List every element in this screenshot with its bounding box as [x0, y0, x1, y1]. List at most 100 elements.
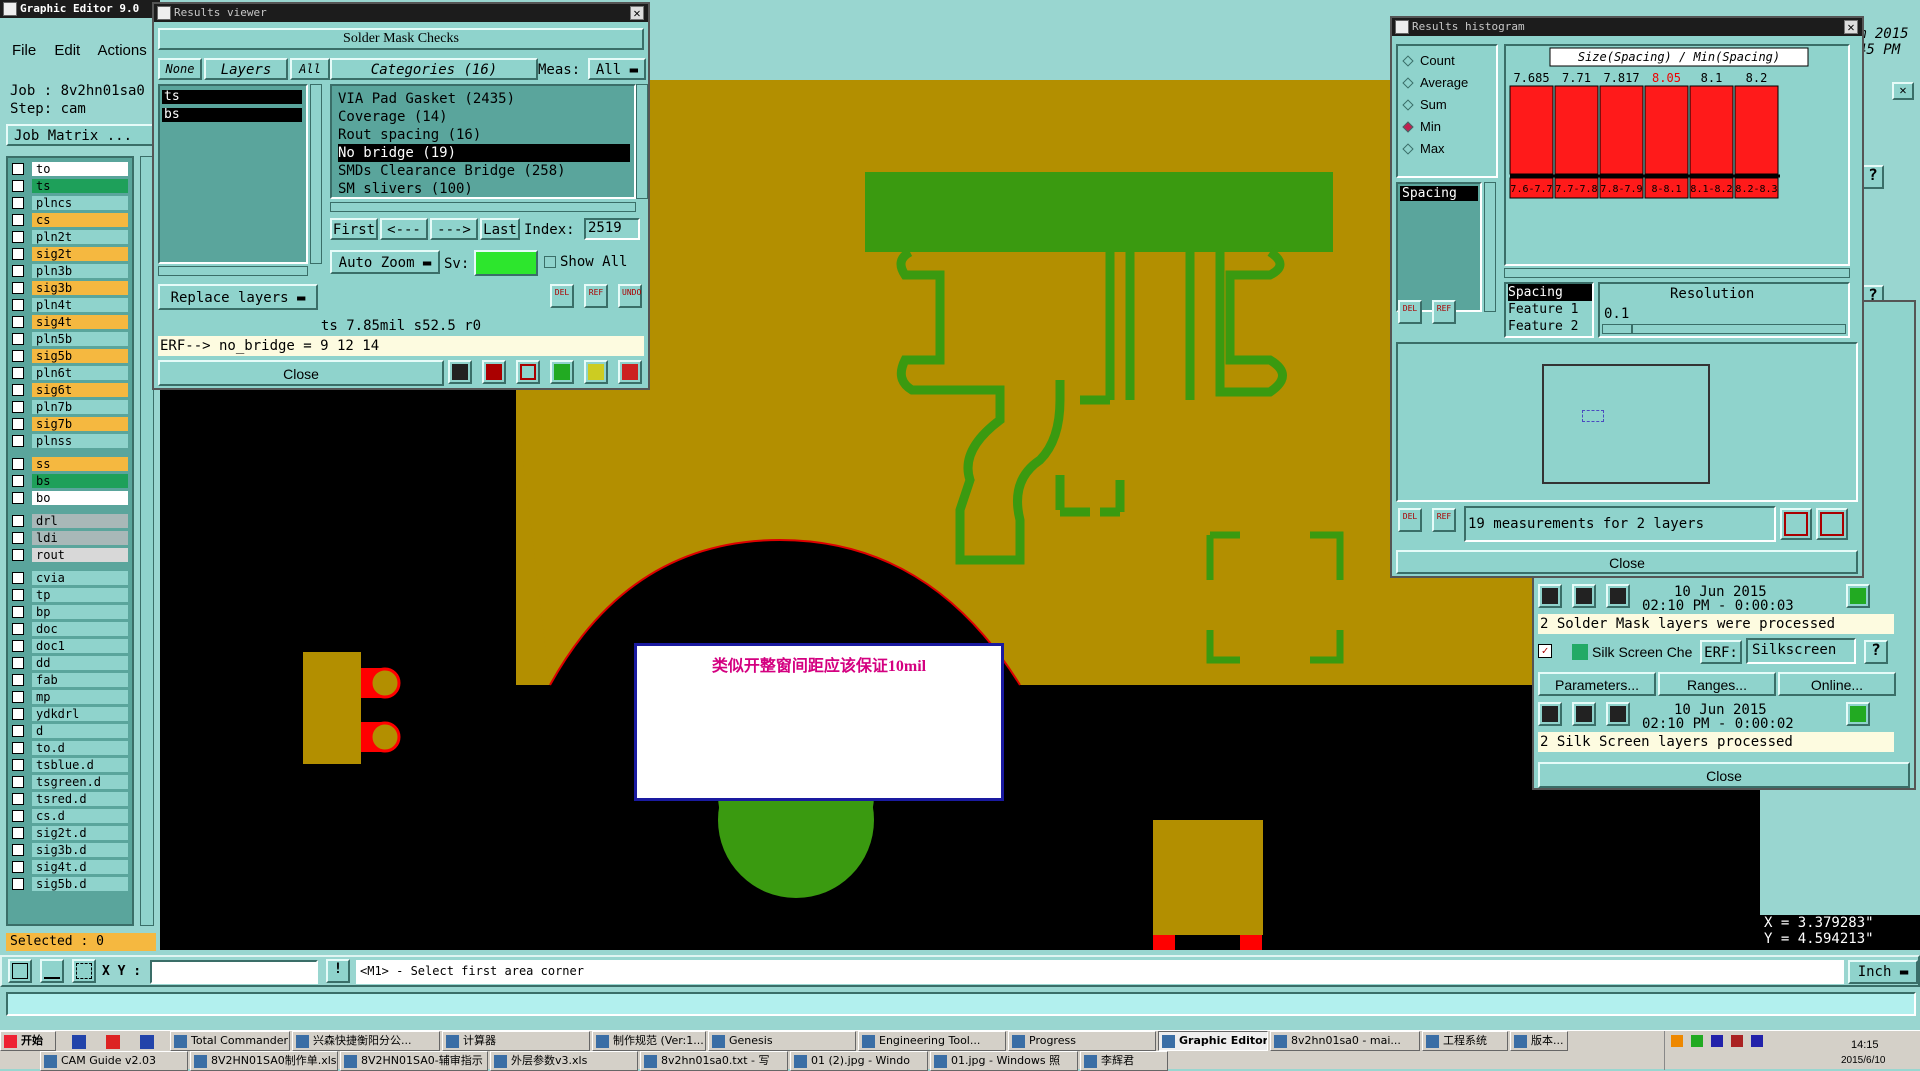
quicklaunch-icon[interactable] — [106, 1035, 120, 1049]
layer-checkbox[interactable] — [12, 844, 24, 856]
layer-row[interactable]: cvia — [8, 571, 132, 585]
layer-row[interactable]: pln4t — [8, 298, 132, 312]
layer-row[interactable]: pln6t — [8, 366, 132, 380]
layer-checkbox[interactable] — [12, 384, 24, 396]
category-item[interactable]: Rout spacing (16) — [338, 126, 634, 144]
list-icon[interactable] — [584, 360, 608, 384]
layer-checkbox[interactable] — [12, 861, 24, 873]
layer-checkbox[interactable] — [12, 589, 24, 601]
layer-checkbox[interactable] — [12, 231, 24, 243]
layer-row[interactable]: sig5b — [8, 349, 132, 363]
erf-button[interactable]: ERF: — [1700, 640, 1742, 664]
layer-checkbox[interactable] — [12, 180, 24, 192]
ranges-button[interactable]: Ranges... — [1658, 672, 1776, 696]
taskbar-button[interactable]: Engineering Tool... — [858, 1031, 1006, 1051]
silk-checkbox[interactable]: ✓ — [1538, 644, 1552, 658]
taskbar-button[interactable]: 工程系统 — [1422, 1031, 1508, 1051]
field-spacing[interactable]: Spacing — [1508, 284, 1592, 301]
layer-row[interactable]: sig5b.d — [8, 877, 132, 891]
layer-checkbox[interactable] — [12, 214, 24, 226]
tray-icon[interactable] — [1751, 1035, 1763, 1047]
prev-button[interactable]: <--- — [380, 218, 428, 240]
layer-checkbox[interactable] — [12, 572, 24, 584]
layer-row[interactable]: pln3b — [8, 264, 132, 278]
last-button[interactable]: Last — [480, 218, 520, 240]
layer-row[interactable]: tsred.d — [8, 792, 132, 806]
stat-option[interactable]: Count — [1402, 52, 1455, 70]
layer-row[interactable]: bp — [8, 605, 132, 619]
menu-edit[interactable]: Edit — [54, 42, 80, 59]
chart-hscroll[interactable] — [1504, 268, 1850, 278]
run-icon[interactable] — [1538, 702, 1562, 726]
measure-icon[interactable] — [40, 959, 64, 983]
layer-row[interactable]: pln2t — [8, 230, 132, 244]
delete-icon[interactable]: DEL — [1398, 508, 1422, 532]
erf-value[interactable]: Silkscreen — [1746, 638, 1856, 664]
close-button[interactable]: Close — [158, 360, 444, 386]
layer-row[interactable]: ts — [8, 179, 132, 193]
results-layer-hscroll[interactable] — [158, 266, 308, 276]
layer-row[interactable]: dd — [8, 656, 132, 670]
layer-checkbox[interactable] — [12, 316, 24, 328]
index-input[interactable]: 2519 — [584, 218, 640, 240]
field-feature-1[interactable]: Feature 1 — [1508, 301, 1592, 318]
layer-checkbox[interactable] — [12, 435, 24, 447]
layer-row[interactable]: to.d — [8, 741, 132, 755]
layer-checkbox[interactable] — [12, 350, 24, 362]
layers-button[interactable]: Layers — [204, 58, 288, 80]
layer-row[interactable]: mp — [8, 690, 132, 704]
category-scrollbar[interactable] — [636, 84, 648, 199]
stat-option[interactable]: Min — [1402, 118, 1441, 136]
layer-checkbox[interactable] — [12, 282, 24, 294]
layer-checkbox[interactable] — [12, 878, 24, 890]
start-button[interactable]: 开始 — [0, 1031, 56, 1051]
layer-checkbox[interactable] — [12, 515, 24, 527]
layer-checkbox[interactable] — [12, 418, 24, 430]
chart-icon[interactable] — [448, 360, 472, 384]
layer-row[interactable]: plnss — [8, 434, 132, 448]
refresh-icon[interactable]: REF — [584, 284, 608, 308]
taskbar-button[interactable]: Graphic Editor... — [1158, 1031, 1268, 1051]
layer-checkbox[interactable] — [12, 759, 24, 771]
layer-checkbox[interactable] — [12, 299, 24, 311]
layer-row[interactable]: sig6t — [8, 383, 132, 397]
outer-close-button[interactable]: ✕ — [1892, 82, 1914, 100]
delete-icon[interactable]: DEL — [1398, 300, 1422, 324]
unit-select[interactable]: Inch ▬ — [1848, 960, 1918, 984]
sv-color-select[interactable] — [474, 250, 538, 276]
taskbar-button[interactable]: 制作规范 (Ver:1... — [592, 1031, 706, 1051]
taskbar-button[interactable]: CAM Guide v2.03 — [40, 1051, 188, 1071]
layer-checkbox[interactable] — [12, 248, 24, 260]
tray-icon[interactable] — [1711, 1035, 1723, 1047]
taskbar-button[interactable]: 兴森快捷衡阳分公... — [292, 1031, 440, 1051]
layer-row[interactable]: tsgreen.d — [8, 775, 132, 789]
tray-icon[interactable] — [1731, 1035, 1743, 1047]
run-icon[interactable] — [1606, 702, 1630, 726]
layer-row[interactable]: rout — [8, 548, 132, 562]
taskbar-button[interactable]: 计算器 — [442, 1031, 590, 1051]
grid-icon[interactable] — [72, 959, 96, 983]
layer-row[interactable]: sig2t.d — [8, 826, 132, 840]
layer-checkbox[interactable] — [12, 674, 24, 686]
layer-row[interactable]: cs — [8, 213, 132, 227]
export-icon[interactable] — [1780, 508, 1812, 540]
menu-actions[interactable]: Actions — [98, 42, 147, 59]
layer-row[interactable]: d — [8, 724, 132, 738]
none-button[interactable]: None — [158, 58, 202, 80]
compare-icon[interactable] — [550, 360, 574, 384]
category-item[interactable]: No bridge (19) — [338, 144, 630, 162]
stat-option[interactable]: Average — [1402, 74, 1468, 92]
layer-row[interactable]: ldi — [8, 531, 132, 545]
layer-row[interactable]: sig4t.d — [8, 860, 132, 874]
checks-close-button[interactable]: Close — [1538, 762, 1910, 788]
next-button[interactable]: ---> — [430, 218, 478, 240]
layer-checkbox[interactable] — [12, 197, 24, 209]
histogram-bar[interactable] — [1599, 85, 1644, 175]
histogram-bar[interactable] — [1734, 85, 1779, 175]
taskbar-button[interactable]: 8v2hn01sa0.txt - 写 — [640, 1051, 788, 1071]
meas-select[interactable]: All ▬ — [588, 58, 646, 80]
zoom-icon[interactable] — [1846, 702, 1870, 726]
quicklaunch-icon[interactable] — [140, 1035, 154, 1049]
layer-checkbox[interactable] — [12, 725, 24, 737]
print-icon[interactable] — [1816, 508, 1848, 540]
